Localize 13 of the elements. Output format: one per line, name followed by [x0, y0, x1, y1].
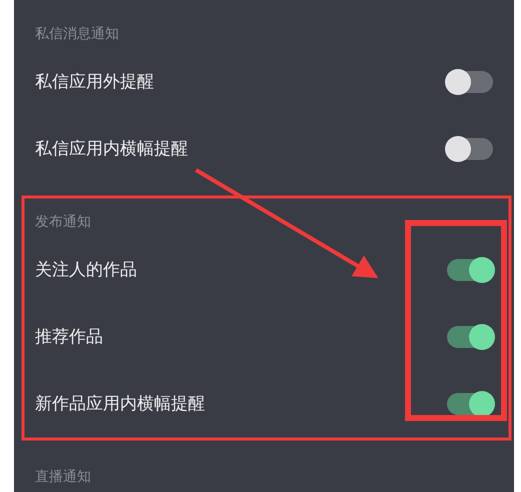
- setting-label: 关注人的作品: [35, 259, 137, 281]
- setting-label: 私信应用内横幅提醒: [35, 138, 188, 160]
- section-header: 发布通知: [35, 213, 91, 232]
- setting-label: 推荐作品: [35, 326, 103, 348]
- section-header: 私信消息通知: [35, 25, 119, 44]
- toggle-switch[interactable]: [447, 392, 493, 414]
- setting-label: 新作品应用内横幅提醒: [35, 393, 205, 415]
- toggle-switch[interactable]: [447, 138, 493, 160]
- toggle-switch[interactable]: [447, 70, 493, 92]
- toggle-switch[interactable]: [447, 258, 493, 280]
- setting-label: 私信应用外提醒: [35, 71, 154, 93]
- section-header: 直播通知: [35, 468, 91, 487]
- toggle-switch[interactable]: [447, 326, 493, 348]
